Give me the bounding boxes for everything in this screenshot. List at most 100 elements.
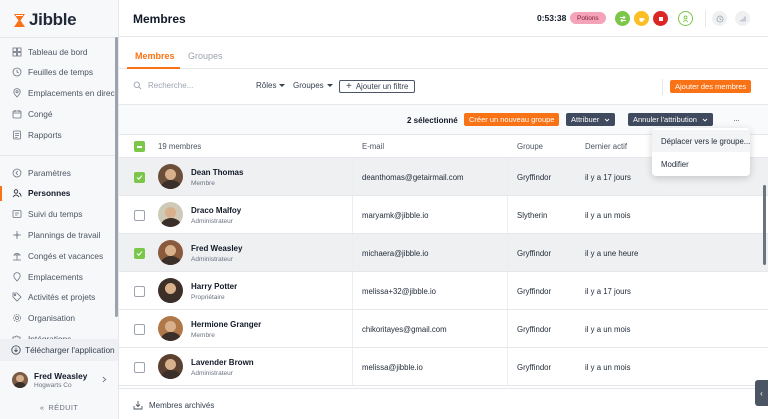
select-all-checkbox[interactable]	[134, 141, 145, 152]
table-row[interactable]: Fred Weasley Administrateur michaera@jibbl…	[119, 234, 768, 272]
sidebar-item-label: Plannings de travail	[28, 229, 101, 240]
sidebar-item-feuilles-de-temps[interactable]: Feuilles de temps	[0, 63, 117, 82]
column-divider	[352, 348, 353, 385]
more-actions-button[interactable]: ···	[727, 113, 745, 126]
archived-members-link[interactable]: Membres archivés	[133, 400, 214, 410]
sidebar-item-label: Emplacements en direct	[28, 88, 117, 99]
table-scrollbar[interactable]	[763, 185, 766, 265]
menu-item-edit[interactable]: Modifier	[652, 153, 750, 175]
download-app-button[interactable]: Télécharger l'application	[0, 339, 118, 361]
member-name[interactable]: Harry Potter	[191, 282, 237, 291]
menu-item-move-to-group[interactable]: Déplacer vers le groupe...	[652, 130, 750, 152]
member-name[interactable]: Lavender Brown	[191, 358, 254, 367]
row-checkbox[interactable]	[134, 248, 145, 259]
roles-filter-dropdown[interactable]: Rôles	[256, 81, 286, 90]
sidebar-item-emplacements-en-direct[interactable]: Emplacements en direct	[0, 84, 117, 103]
last-active-column-header[interactable]: Dernier actif	[585, 142, 627, 151]
clock-out-button[interactable]	[653, 11, 668, 26]
sidebar-item-activites-et-projets[interactable]: Activités et projets	[0, 288, 117, 307]
unassign-label: Annuler l'attribution	[633, 115, 697, 124]
sidebar: Jibble Tableau de bord Feuilles de temps E…	[0, 0, 119, 419]
map-pin-icon	[13, 88, 21, 98]
assign-button[interactable]: Attribuer	[566, 113, 616, 126]
roles-label: Rôles	[256, 81, 277, 90]
column-divider	[507, 196, 508, 233]
table-row[interactable]: Lavender Brown Administrateur melissa@jibb…	[119, 348, 768, 386]
activity-badge[interactable]: Potions	[570, 12, 606, 24]
signal-icon	[740, 16, 745, 21]
search-placeholder: Recherche...	[148, 81, 194, 90]
avatar	[158, 240, 183, 265]
email-column-header[interactable]: E-mail	[362, 142, 384, 151]
add-members-button[interactable]: Ajouter des membres	[670, 80, 752, 93]
group-column-header[interactable]: Groupe	[517, 142, 543, 151]
row-checkbox[interactable]	[134, 286, 145, 297]
side-panel-toggle[interactable]: ‹	[755, 380, 768, 406]
member-name[interactable]: Fred Weasley	[191, 244, 242, 253]
download-label: Télécharger l'application	[25, 345, 115, 355]
unassign-button[interactable]: Annuler l'attribution	[628, 113, 713, 126]
member-group: Gryffindor	[517, 249, 552, 258]
sidebar-item-parametres[interactable]: Paramètres	[0, 163, 117, 182]
column-divider	[352, 196, 353, 233]
create-group-button[interactable]: Créer un nouveau groupe	[464, 113, 560, 126]
logo-text: Jibble	[29, 10, 77, 29]
header-divider	[705, 10, 706, 27]
chevron-right-icon	[102, 376, 107, 383]
add-filter-button[interactable]: + Ajouter un filtre	[339, 80, 416, 93]
clock-icon	[12, 67, 22, 77]
groups-filter-dropdown[interactable]: Groupes	[293, 81, 333, 90]
search-input[interactable]: Recherche...	[133, 81, 193, 90]
sidebar-item-personnes[interactable]: Personnes	[0, 184, 117, 203]
tab-members[interactable]: Membres	[135, 51, 175, 61]
sidebar-item-plannings-de-travail[interactable]: Plannings de travail	[0, 225, 117, 244]
sidebar-item-label: Activités et projets	[28, 292, 96, 303]
member-name[interactable]: Hermione Granger	[191, 320, 261, 329]
sidebar-item-conge[interactable]: Congé	[0, 104, 117, 123]
member-last-active: il y a un mois	[585, 325, 631, 334]
avatar	[158, 278, 183, 303]
row-checkbox[interactable]	[134, 172, 145, 183]
member-name[interactable]: Dean Thomas	[191, 168, 243, 177]
sidebar-item-tableau-de-bord[interactable]: Tableau de bord	[0, 42, 117, 61]
member-last-active: il y a une heure	[585, 249, 639, 258]
column-divider	[352, 234, 353, 271]
member-last-active: il y a un mois	[585, 211, 631, 220]
sidebar-item-suivi-du-temps[interactable]: Suivi du temps	[0, 205, 117, 224]
user-profile[interactable]: Fred Weasley Hogwarts Co	[6, 367, 112, 393]
switch-icon	[619, 15, 626, 22]
sidebar-item-conges-et-vacances[interactable]: Congés et vacances	[0, 246, 117, 265]
break-button[interactable]	[634, 11, 649, 26]
row-checkbox[interactable]	[134, 324, 145, 335]
collapse-sidebar-button[interactable]: « RÉDUIT	[0, 396, 118, 418]
add-filter-label: Ajouter un filtre	[355, 82, 409, 91]
tab-groups[interactable]: Groupes	[188, 51, 223, 61]
member-name[interactable]: Draco Malfoy	[191, 206, 241, 215]
avatar	[158, 354, 183, 379]
jibble-logo[interactable]: Jibble	[13, 10, 77, 30]
groups-label: Groupes	[293, 81, 324, 90]
member-group: Gryffindor	[517, 173, 552, 182]
clock-in-others-button[interactable]	[678, 11, 693, 26]
sidebar-scrollbar[interactable]	[115, 37, 118, 317]
member-last-active: il y a 17 jours	[585, 287, 631, 296]
row-checkbox[interactable]	[134, 210, 145, 221]
table-row[interactable]: Draco Malfoy Administrateur maryamk@jibble…	[119, 196, 768, 234]
switch-activity-button[interactable]	[615, 11, 630, 26]
sidebar-item-rapports[interactable]: Rapports	[0, 125, 117, 144]
chevron-down-icon	[605, 118, 610, 122]
calendar-icon	[12, 109, 22, 119]
menu-button[interactable]	[735, 11, 750, 26]
column-divider	[507, 310, 508, 347]
row-checkbox[interactable]	[134, 362, 145, 373]
sidebar-item-emplacements[interactable]: Emplacements	[0, 267, 117, 286]
caret-down-icon	[326, 84, 333, 87]
table-row[interactable]: Hermione Granger Membre chikoritayes@gmail…	[119, 310, 768, 348]
chevron-left-icon: ‹	[760, 388, 763, 398]
toolbar-divider	[662, 79, 663, 95]
table-row[interactable]: Harry Potter Propriétaire melissa+32@jibbl…	[119, 272, 768, 310]
member-group: Gryffindor	[517, 363, 552, 372]
person-clock-icon	[682, 15, 688, 22]
sidebar-item-organisation[interactable]: Organisation	[0, 309, 117, 328]
history-button[interactable]	[712, 11, 727, 26]
